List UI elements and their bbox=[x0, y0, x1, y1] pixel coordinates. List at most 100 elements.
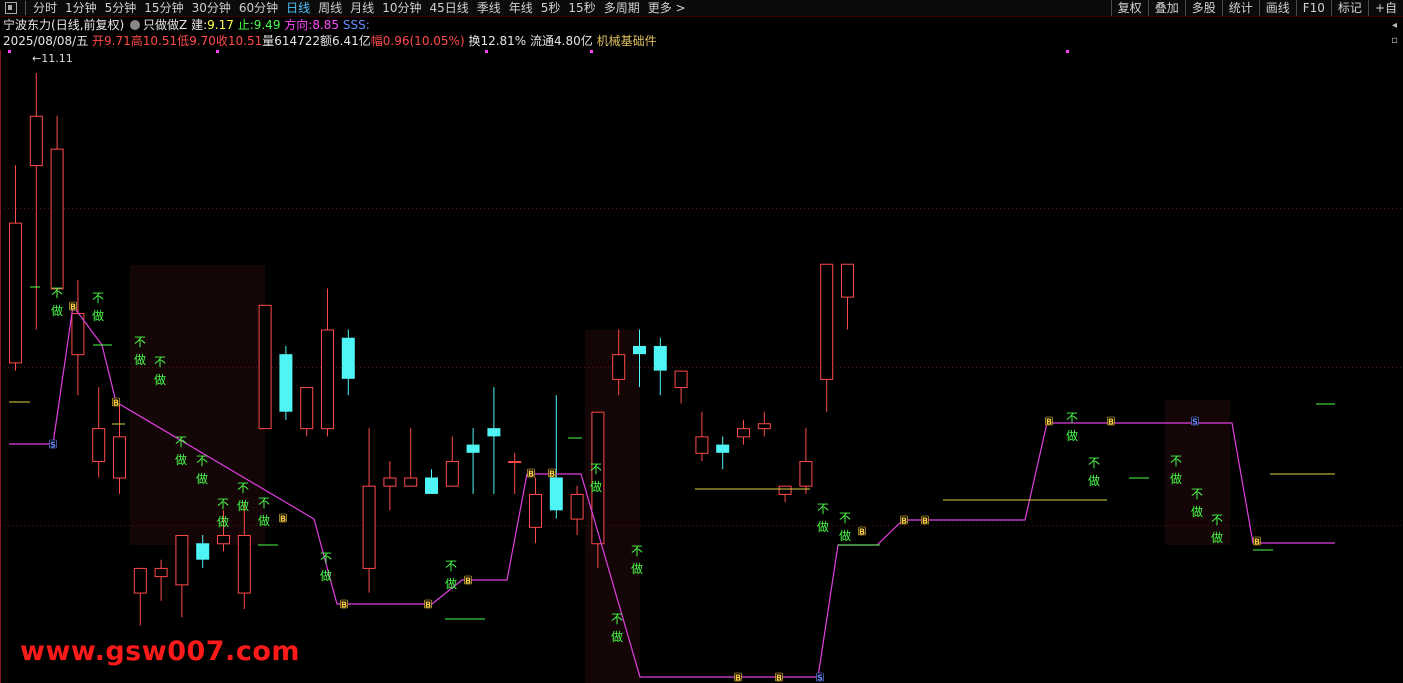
no-trade-signal: 不 bbox=[175, 435, 187, 449]
no-trade-signal: 不 bbox=[217, 497, 229, 511]
no-trade-signal: 做 bbox=[817, 519, 829, 534]
no-trade-signal: 做 bbox=[611, 629, 623, 644]
toolbar-button[interactable]: 标记 bbox=[1330, 0, 1368, 16]
candle-body bbox=[570, 493, 584, 520]
period-tab[interactable]: 1分钟 bbox=[62, 0, 102, 16]
candle-body bbox=[154, 567, 168, 578]
marker-dot bbox=[8, 50, 11, 53]
candle-body bbox=[633, 345, 646, 355]
sss-label: SSS: bbox=[342, 18, 370, 32]
candle-body bbox=[799, 461, 813, 487]
collapse-icon[interactable]: ◂ bbox=[1389, 20, 1400, 31]
buy-marker: B bbox=[1108, 418, 1114, 427]
candle-body bbox=[549, 477, 563, 511]
period-tab[interactable]: 周线 bbox=[315, 0, 347, 16]
sell-marker: S bbox=[817, 674, 823, 683]
no-trade-signal: 做 bbox=[154, 372, 166, 387]
candle-body bbox=[9, 222, 22, 364]
indicator-name[interactable]: 只做做Z bbox=[143, 18, 187, 32]
period-tab[interactable]: 更多 > bbox=[645, 0, 691, 16]
buy-marker: B bbox=[901, 517, 907, 526]
candle-body bbox=[258, 304, 272, 430]
stop-label: 止: bbox=[237, 18, 254, 32]
no-trade-signal: 做 bbox=[196, 471, 208, 486]
quote-change: 幅0.96(10.05%) bbox=[370, 34, 465, 48]
stock-name[interactable]: 宁波东力 bbox=[3, 18, 51, 32]
period-tab[interactable]: 年线 bbox=[506, 0, 538, 16]
quote-line: 2025/08/08/五 开9.71高10.51低9.70收10.51量6147… bbox=[3, 33, 657, 49]
quote-sector[interactable]: 机械基础件 bbox=[597, 34, 657, 48]
buy-marker: B bbox=[425, 601, 431, 610]
candle-body bbox=[341, 337, 355, 379]
buy-marker: B bbox=[465, 577, 471, 586]
candle-body bbox=[92, 428, 106, 463]
no-trade-signal: 不 bbox=[196, 454, 208, 468]
period-tab[interactable]: 60分钟 bbox=[236, 0, 283, 16]
candle-body bbox=[237, 535, 251, 594]
candle-body bbox=[133, 567, 147, 594]
no-trade-signal: 做 bbox=[258, 513, 270, 528]
period-tab[interactable]: 15秒 bbox=[565, 0, 600, 16]
candle-body bbox=[50, 148, 64, 290]
candle-body bbox=[362, 485, 376, 569]
marker-dot bbox=[590, 50, 593, 53]
period-tab[interactable]: 5秒 bbox=[538, 0, 566, 16]
candle-body bbox=[425, 477, 438, 494]
toolbar-button[interactable]: 叠加 bbox=[1147, 0, 1185, 16]
toolbar-button[interactable]: 多股 bbox=[1184, 0, 1222, 16]
candle-body bbox=[841, 263, 854, 298]
no-trade-signal: 不 bbox=[1066, 411, 1078, 425]
buy-marker: B bbox=[859, 528, 865, 537]
period-tab[interactable]: 15分钟 bbox=[141, 0, 188, 16]
sell-marker: S bbox=[50, 441, 56, 450]
toolbar-button[interactable]: +自 bbox=[1367, 0, 1403, 16]
candle-body bbox=[383, 477, 397, 487]
no-trade-signal: 做 bbox=[320, 568, 332, 583]
no-trade-signal: 不 bbox=[320, 551, 332, 565]
candle-body bbox=[113, 436, 126, 479]
buy-marker: B bbox=[549, 470, 555, 479]
no-trade-signal: 不 bbox=[1211, 513, 1223, 527]
watermark: www.gsw007.com bbox=[20, 636, 301, 667]
quote-open: 开9.71 bbox=[92, 34, 131, 48]
buy-marker: B bbox=[280, 515, 286, 524]
period-tab[interactable]: 日线 bbox=[283, 0, 315, 16]
expand-icon[interactable]: ▫ bbox=[1389, 35, 1400, 46]
period-tab[interactable]: 季线 bbox=[474, 0, 506, 16]
period-tab[interactable]: 10分钟 bbox=[379, 0, 426, 16]
no-trade-signal: 不 bbox=[590, 462, 602, 476]
period-tab[interactable]: 30分钟 bbox=[189, 0, 236, 16]
buy-marker: B bbox=[70, 303, 76, 312]
quote-low: 低9.70 bbox=[177, 34, 216, 48]
no-trade-signal: 不 bbox=[839, 511, 851, 525]
candle-body bbox=[445, 461, 459, 487]
quote-volume: 量614722 bbox=[262, 34, 321, 48]
period-toolbar: 分时 1分钟 5分钟 15分钟 30分钟 60分钟 日线 周线 月线 10分钟 45日线 季线 年线 5秒… bbox=[0, 0, 1403, 17]
no-trade-signal: 不 bbox=[154, 355, 166, 369]
candle-body bbox=[695, 436, 709, 454]
candle-body bbox=[217, 535, 230, 545]
period-tab[interactable]: 45日线 bbox=[426, 0, 473, 16]
build-value: 9.17 bbox=[207, 18, 234, 32]
indicator-settings-icon[interactable] bbox=[130, 20, 141, 30]
divider bbox=[25, 1, 26, 15]
period-tab[interactable]: 分时 bbox=[30, 0, 62, 16]
kline-chart[interactable]: 不做不做不做 不做不做 不做不做不做 不做不做不做不做不做不做不做不做不做不做不做不做… bbox=[0, 50, 1403, 683]
toolbar-button[interactable]: 复权 bbox=[1110, 0, 1148, 16]
candle-body bbox=[175, 535, 189, 586]
candle-body bbox=[466, 444, 480, 453]
period-tab[interactable]: 多周期 bbox=[601, 0, 645, 16]
no-trade-signal: 不 bbox=[134, 335, 146, 349]
toolbar-button[interactable]: 画线 bbox=[1258, 0, 1296, 16]
toolbar-button[interactable]: 统计 bbox=[1221, 0, 1259, 16]
no-trade-signal: 做 bbox=[1088, 473, 1100, 488]
toolbar-button[interactable]: F10 bbox=[1295, 0, 1331, 16]
window-icon[interactable] bbox=[5, 2, 17, 14]
no-trade-signal: 做 bbox=[445, 576, 457, 591]
period-tab[interactable]: 月线 bbox=[347, 0, 379, 16]
chart-mode[interactable]: (日线,前复权) bbox=[51, 18, 124, 32]
no-trade-signal: 做 bbox=[1191, 504, 1203, 519]
period-tab[interactable]: 5分钟 bbox=[102, 0, 142, 16]
sell-marker: S bbox=[1192, 418, 1198, 427]
candle-body bbox=[737, 428, 750, 438]
